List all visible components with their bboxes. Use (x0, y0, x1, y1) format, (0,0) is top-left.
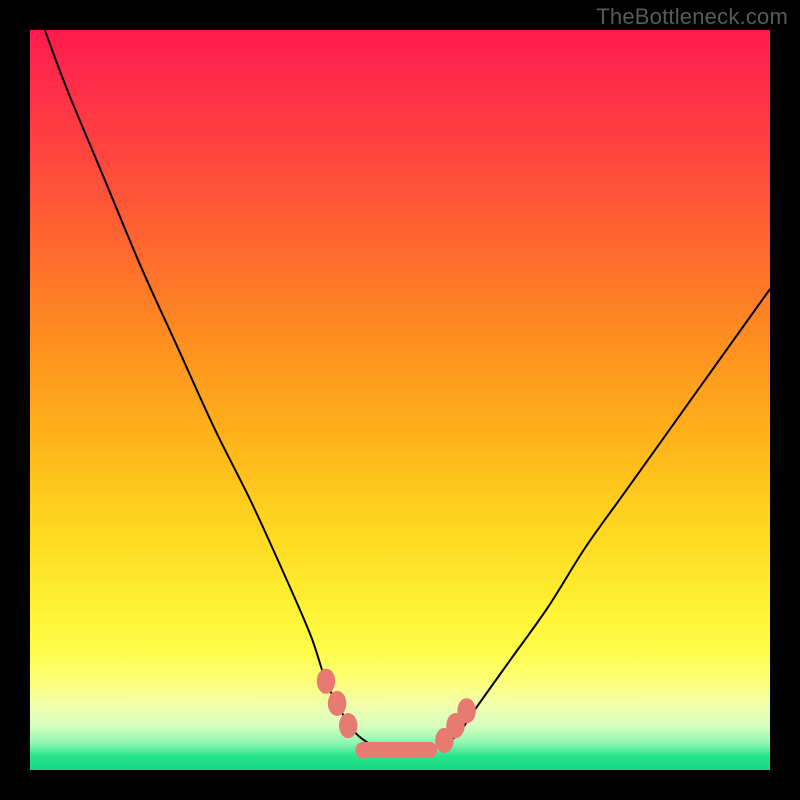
bottleneck-curve (45, 30, 770, 752)
chart-frame: TheBottleneck.com (0, 0, 800, 800)
plot-area (30, 30, 770, 770)
curve-line (45, 30, 770, 752)
curve-svg (30, 30, 770, 770)
marker-dot (457, 698, 476, 723)
highlight-markers (317, 669, 476, 759)
marker-dot (339, 713, 358, 738)
marker-dot (328, 691, 347, 716)
attribution-label: TheBottleneck.com (596, 4, 788, 30)
marker-dot (317, 669, 336, 694)
marker-band (356, 742, 437, 758)
